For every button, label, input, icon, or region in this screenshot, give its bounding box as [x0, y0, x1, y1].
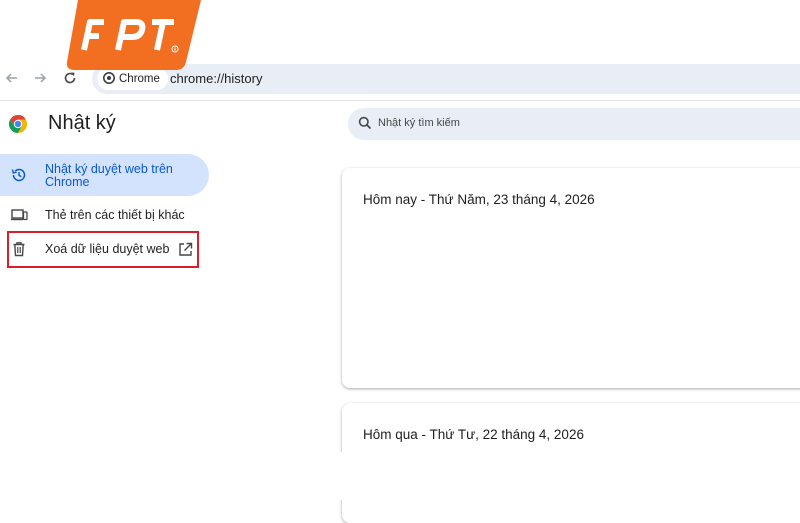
search-placeholder: Nhật ký tìm kiếm: [378, 117, 460, 129]
chrome-icon: [103, 71, 115, 87]
site-info-chip[interactable]: Chrome: [97, 68, 168, 90]
history-icon: [10, 166, 28, 184]
reload-icon[interactable]: [60, 68, 80, 88]
chrome-logo-icon: [8, 114, 28, 134]
page-title: Nhật ký: [48, 112, 116, 134]
sidebar-item-label: Thẻ trên các thiết bị khác: [45, 208, 185, 222]
sidebar-item-chrome-history[interactable]: Nhật ký duyệt web trên Chrome: [0, 154, 209, 196]
forward-icon[interactable]: [30, 68, 50, 88]
bottom-blank-area: [0, 452, 800, 500]
url-text[interactable]: chrome://history: [170, 71, 262, 86]
fpt-logo: R: [66, 0, 201, 70]
sidebar-item-label: Nhật ký duyệt web trên Chrome: [45, 162, 173, 189]
history-date-heading: Hôm nay - Thứ Năm, 23 tháng 4, 2026: [363, 192, 595, 207]
svg-text:R: R: [174, 47, 177, 52]
history-date-heading: Hôm qua - Thứ Tư, 22 tháng 4, 2026: [363, 427, 584, 442]
history-search-input[interactable]: Nhật ký tìm kiếm: [348, 108, 800, 140]
search-icon: [358, 116, 374, 132]
chip-label: Chrome: [119, 73, 160, 85]
devices-icon: [10, 206, 28, 224]
back-icon[interactable]: [2, 68, 22, 88]
history-card-today: Hôm nay - Thứ Năm, 23 tháng 4, 2026: [342, 168, 800, 388]
highlight-box: [7, 231, 199, 268]
sidebar-item-other-devices[interactable]: Thẻ trên các thiết bị khác: [0, 205, 200, 225]
toolbar-divider: [0, 100, 800, 101]
